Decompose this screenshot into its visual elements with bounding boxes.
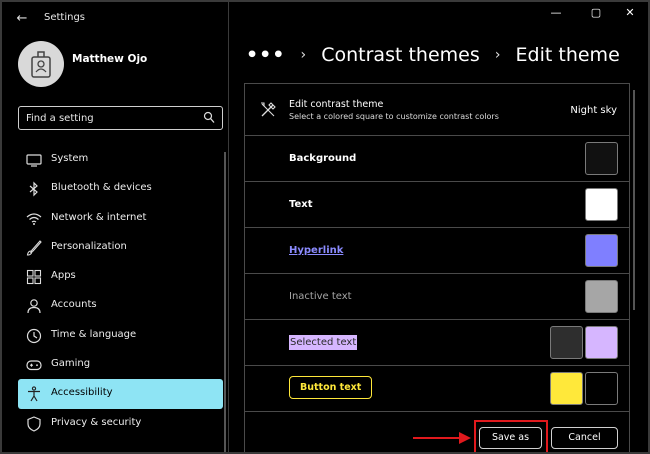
cancel-button[interactable]: Cancel <box>551 427 618 449</box>
sidebar: Matthew Ojo System Bluetooth & devices N… <box>2 36 228 452</box>
brush-icon <box>26 240 42 256</box>
page-title: Edit theme <box>515 44 620 66</box>
shield-icon <box>27 416 41 432</box>
inactive-text-color-swatch[interactable] <box>585 280 618 313</box>
wifi-icon <box>26 212 42 225</box>
search-icon[interactable] <box>203 111 215 125</box>
sidebar-item-label: Gaming <box>51 358 91 370</box>
sidebar-item-bluetooth[interactable]: Bluetooth & devices <box>18 174 223 203</box>
sidebar-item-gaming[interactable]: Gaming <box>18 350 223 379</box>
sidebar-item-time-language[interactable]: Time & language <box>18 321 223 350</box>
red-arrow-annotation <box>413 432 471 444</box>
breadcrumb-separator-icon: › <box>300 47 307 63</box>
row-label: Background <box>289 153 357 164</box>
panel-header: Edit contrast theme Select a colored squ… <box>245 84 629 136</box>
main-scrollbar[interactable] <box>633 90 635 310</box>
button-text-fg-swatch[interactable] <box>550 372 583 405</box>
panel-title: Edit contrast theme <box>289 99 384 110</box>
selected-text-fg-swatch[interactable] <box>550 326 583 359</box>
row-background: Background <box>245 136 629 182</box>
row-button-text: Button text <box>245 366 629 412</box>
breadcrumb-contrast-themes[interactable]: Contrast themes <box>321 44 480 66</box>
text-color-swatch[interactable] <box>585 188 618 221</box>
back-arrow-icon[interactable]: ← <box>14 11 30 27</box>
sidebar-item-label: Bluetooth & devices <box>51 182 152 194</box>
search-input[interactable] <box>26 111 196 126</box>
avatar[interactable] <box>18 41 64 87</box>
sidebar-item-apps[interactable]: Apps <box>18 262 223 291</box>
paint-tools-icon <box>261 102 276 117</box>
row-label: Selected text <box>289 335 358 350</box>
sidebar-item-system[interactable]: System <box>18 145 223 174</box>
settings-window: ← Settings — ▢ ✕ Matthew Ojo Syst <box>0 0 650 454</box>
row-inactive-text: Inactive text <box>245 274 629 320</box>
person-icon <box>27 299 41 314</box>
row-hyperlink: Hyperlink <box>245 228 629 274</box>
gamepad-icon <box>26 360 42 371</box>
id-badge-icon <box>31 51 51 78</box>
accessibility-icon <box>28 386 40 402</box>
sidebar-item-label: Accessibility <box>51 387 113 399</box>
breadcrumb: ••• › Contrast themes › Edit theme <box>246 44 620 72</box>
apps-icon <box>26 270 42 285</box>
search-box[interactable] <box>18 106 223 130</box>
hyperlink-color-swatch[interactable] <box>585 234 618 267</box>
row-label: Hyperlink <box>289 245 344 256</box>
sidebar-item-network[interactable]: Network & internet <box>18 204 223 233</box>
sidebar-item-accessibility[interactable]: Accessibility <box>18 379 223 409</box>
row-text: Text <box>245 182 629 228</box>
breadcrumb-overflow-button[interactable]: ••• <box>246 44 285 66</box>
sidebar-item-accounts[interactable]: Accounts <box>18 291 223 320</box>
pane-divider <box>228 2 229 452</box>
sidebar-scrollbar[interactable] <box>224 152 226 452</box>
row-selected-text: Selected text <box>245 320 629 366</box>
sidebar-item-personalization[interactable]: Personalization <box>18 233 223 262</box>
row-label: Text <box>289 199 313 210</box>
clock-icon <box>26 328 42 343</box>
row-label: Button text <box>289 376 373 399</box>
theme-name: Night sky <box>570 105 617 116</box>
sidebar-nav: System Bluetooth & devices Network & int… <box>18 145 223 438</box>
background-color-swatch[interactable] <box>585 142 618 175</box>
close-button[interactable]: ✕ <box>613 5 647 21</box>
sidebar-item-privacy-security[interactable]: Privacy & security <box>18 409 223 438</box>
sidebar-item-label: Personalization <box>51 240 127 252</box>
title-bar: ← Settings — ▢ ✕ <box>2 2 648 36</box>
edit-theme-panel: Edit contrast theme Select a colored squ… <box>244 83 630 452</box>
user-name: Matthew Ojo <box>72 53 148 65</box>
bluetooth-icon <box>29 181 38 197</box>
sidebar-item-label: Accounts <box>51 299 97 311</box>
sidebar-item-label: Privacy & security <box>51 416 142 428</box>
sidebar-item-label: Apps <box>51 270 76 282</box>
minimize-button[interactable]: — <box>539 5 573 21</box>
sidebar-item-label: System <box>51 153 89 164</box>
maximize-button[interactable]: ▢ <box>579 5 613 21</box>
monitor-icon <box>26 154 42 167</box>
save-as-button[interactable]: Save as <box>479 427 542 449</box>
panel-footer: Save as Cancel <box>245 411 629 452</box>
button-text-bg-swatch[interactable] <box>585 372 618 405</box>
breadcrumb-separator-icon: › <box>494 47 501 63</box>
sidebar-item-label: Time & language <box>51 328 137 340</box>
panel-subtitle: Select a colored square to customize con… <box>289 112 499 121</box>
window-title: Settings <box>44 12 86 23</box>
sidebar-item-label: Network & internet <box>51 211 147 223</box>
selected-text-bg-swatch[interactable] <box>585 326 618 359</box>
row-label: Inactive text <box>289 291 352 302</box>
